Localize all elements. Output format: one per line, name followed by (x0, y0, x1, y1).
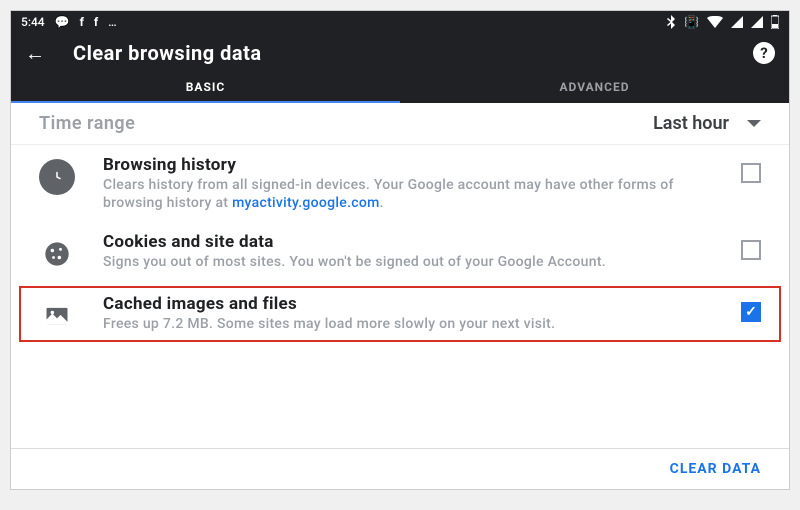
tab-bar: BASIC ADVANCED (11, 73, 789, 103)
tab-basic[interactable]: BASIC (11, 73, 400, 103)
facebook-icon: f (94, 15, 98, 29)
footer: CLEAR DATA (11, 448, 789, 489)
tab-advanced[interactable]: ADVANCED (400, 73, 789, 103)
bluetooth-icon (666, 15, 676, 29)
vibrate-icon: 📳 (684, 15, 699, 29)
back-button[interactable]: ← (25, 41, 45, 66)
item-desc: Clears history from all signed-in device… (103, 177, 713, 212)
wifi-icon (707, 16, 723, 28)
list-item-cache[interactable]: Cached images and files Frees up 7.2 MB. … (17, 284, 783, 344)
item-desc-link[interactable]: myactivity.google.com (232, 195, 380, 211)
image-icon (39, 298, 75, 334)
battery-icon (771, 15, 779, 29)
item-desc-text: Signs you out of most sites. You won't b… (103, 254, 606, 270)
item-desc: Signs you out of most sites. You won't b… (103, 254, 713, 272)
item-checkbox[interactable] (741, 163, 761, 183)
signal-icon (731, 16, 743, 28)
chevron-down-icon (747, 120, 761, 127)
signal-icon (751, 16, 763, 28)
time-range-selector[interactable]: Time range Last hour (11, 103, 789, 145)
status-bar: 5:44 💬 f f … 📳 (11, 11, 789, 33)
time-range-label: Time range (39, 113, 135, 134)
cookie-icon (39, 236, 75, 272)
chat-icon: 💬 (55, 15, 70, 29)
page-title: Clear browsing data (73, 41, 725, 65)
status-time: 5:44 (21, 15, 45, 29)
list-item-history[interactable]: Browsing historyClears history from all … (11, 145, 789, 222)
clock-icon (39, 159, 75, 195)
item-desc-text: Frees up 7.2 MB. Some sites may load mor… (103, 316, 555, 332)
more-icon: … (108, 15, 117, 29)
item-title: Cookies and site data (103, 232, 713, 252)
item-checkbox[interactable] (741, 240, 761, 260)
help-button[interactable]: ? (753, 42, 775, 64)
item-checkbox[interactable] (741, 302, 761, 322)
options-list: Browsing historyClears history from all … (11, 145, 789, 448)
item-title: Browsing history (103, 155, 713, 175)
app-bar: ← Clear browsing data ? (11, 33, 789, 73)
list-item-cookies[interactable]: Cookies and site data Signs you out of mo… (11, 222, 789, 282)
item-desc-text: . (380, 195, 384, 211)
item-desc-text: Clears history from all signed-in device… (103, 177, 674, 211)
item-desc: Frees up 7.2 MB. Some sites may load mor… (103, 316, 713, 334)
item-title: Cached images and files (103, 294, 713, 314)
facebook-icon: f (80, 15, 84, 29)
time-range-value: Last hour (653, 113, 729, 134)
screen: 5:44 💬 f f … 📳 ← Clear (10, 10, 790, 490)
clear-data-button[interactable]: CLEAR DATA (670, 461, 761, 477)
